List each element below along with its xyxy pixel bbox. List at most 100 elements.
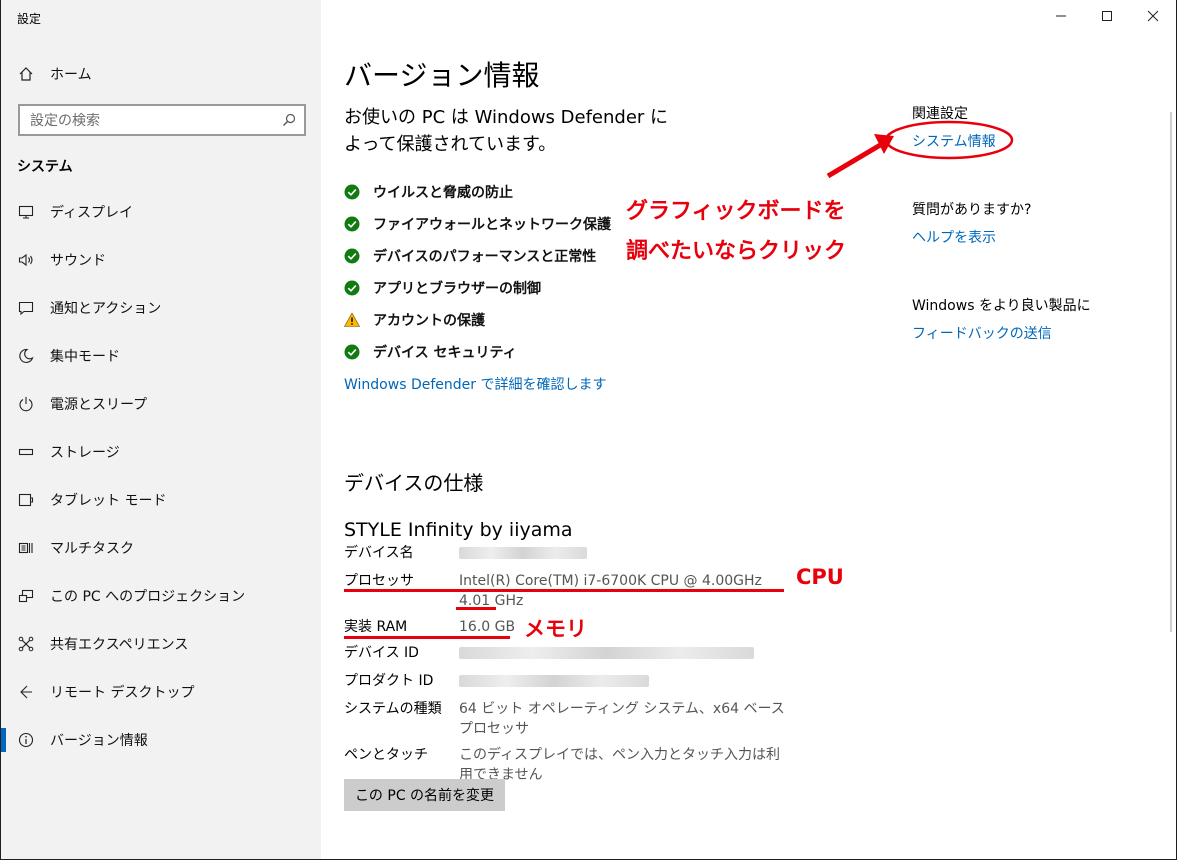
sidebar-item-projection[interactable]: この PC へのプロジェクション — [1, 572, 322, 620]
spec-value: このディスプレイでは、ペン入力とタッチ入力は利用できません — [459, 747, 781, 783]
check-circle-icon — [344, 216, 360, 232]
protection-line-2: よって保護されています。 — [344, 134, 557, 155]
check-circle-icon — [344, 280, 360, 296]
spec-value: 64 ビット オペレーティング システム、x64 ベース プロセッサ — [459, 701, 785, 737]
security-item: デバイス セキュリティ — [344, 336, 611, 368]
spec-row-device-name: デバイス名 — [344, 543, 794, 565]
protection-line-1: お使いの PC は Windows Defender に — [344, 107, 669, 128]
search-box[interactable]: 設定の検索 — [18, 104, 306, 136]
spec-key: デバイス ID — [344, 645, 419, 661]
sidebar-item-multitask[interactable]: マルチタスク — [1, 524, 322, 572]
spec-value-redacted — [459, 643, 789, 665]
window-title: 設定 — [17, 12, 42, 26]
question-heading: 質問がありますか? — [912, 202, 1032, 218]
annotation-gpu-line-2: 調べたいならクリック — [626, 239, 847, 264]
sidebar-item-notifications[interactable]: 通知とアクション — [1, 284, 322, 332]
spec-key: 実装 RAM — [344, 619, 408, 635]
protection-status: お使いの PC は Windows Defender に よって保護されています… — [344, 104, 674, 158]
device-model: STYLE Infinity by iiyama — [344, 519, 573, 541]
check-circle-icon — [344, 344, 360, 360]
annotation-underline-ram — [344, 636, 510, 639]
maximize-icon — [1101, 7, 1113, 26]
security-item: ウイルスと脅威の防止 — [344, 176, 611, 208]
security-item: ファイアウォールとネットワーク保護 — [344, 208, 611, 240]
sidebar-item-remote-desktop[interactable]: リモート デスクトップ — [1, 668, 322, 716]
sidebar-item-about[interactable]: バージョン情報 — [1, 716, 322, 764]
sidebar-item-label: ディスプレイ — [50, 205, 134, 221]
feedback-heading: Windows をより良い製品に — [912, 298, 1091, 314]
rename-pc-button[interactable]: この PC の名前を変更 — [344, 779, 505, 811]
multitask-icon — [18, 540, 34, 556]
sidebar-item-label: 通知とアクション — [50, 301, 162, 317]
annotation-gpu: グラフィックボードを 調べたいならクリック — [626, 192, 846, 272]
search-icon[interactable] — [274, 113, 304, 127]
spec-row-device-id: デバイス ID — [344, 643, 794, 665]
security-item: アカウントの保護 — [344, 304, 611, 336]
related-settings-heading: 関連設定 — [912, 106, 968, 122]
sidebar: 設定 ホーム 設定の検索 システム ディスプレイ サウンド 通知とアクション 集… — [0, 0, 321, 860]
sidebar-item-label: 電源とスリープ — [50, 397, 148, 413]
page-title: バージョン情報 — [344, 59, 540, 92]
sidebar-item-storage[interactable]: ストレージ — [1, 428, 322, 476]
annotation-cpu: CPU — [796, 565, 844, 589]
sidebar-item-label: 集中モード — [50, 349, 120, 365]
feedback-link[interactable]: フィードバックの送信 — [912, 323, 1052, 343]
device-specs-heading: デバイスの仕様 — [344, 471, 484, 495]
sidebar-item-sound[interactable]: サウンド — [1, 236, 322, 284]
sidebar-item-shared[interactable]: 共有エクスペリエンス — [1, 620, 322, 668]
security-item: アプリとブラウザーの制御 — [344, 272, 611, 304]
security-item: デバイスのパフォーマンスと正常性 — [344, 240, 611, 272]
security-list: ウイルスと脅威の防止 ファイアウォールとネットワーク保護 デバイスのパフォーマン… — [344, 176, 611, 368]
security-item-label: アプリとブラウザーの制御 — [373, 281, 541, 297]
sidebar-section-title: システム — [17, 159, 73, 175]
spec-table: デバイス名 プロセッサ Intel(R) Core(TM) i7-6700K C… — [344, 543, 794, 791]
sidebar-item-power[interactable]: 電源とスリープ — [1, 380, 322, 428]
sidebar-nav-list: ディスプレイ サウンド 通知とアクション 集中モード 電源とスリープ ストレージ… — [1, 188, 322, 764]
security-item-label: ファイアウォールとネットワーク保護 — [373, 217, 611, 233]
annotation-gpu-line-1: グラフィックボードを — [626, 199, 846, 224]
annotation-underline-processor — [344, 589, 784, 592]
search-input[interactable]: 設定の検索 — [30, 110, 274, 130]
close-button[interactable] — [1130, 0, 1176, 32]
spec-row-system-type: システムの種類 64 ビット オペレーティング システム、x64 ベース プロセ… — [344, 699, 794, 739]
nav-home[interactable]: ホーム — [1, 58, 322, 90]
maximize-button[interactable] — [1084, 0, 1130, 32]
check-circle-icon — [344, 248, 360, 264]
remote-icon — [18, 684, 34, 700]
sidebar-item-label: バージョン情報 — [50, 733, 148, 749]
display-icon — [18, 204, 34, 220]
moon-icon — [18, 348, 34, 364]
sidebar-item-label: サウンド — [50, 253, 106, 269]
projection-icon — [18, 588, 34, 604]
close-icon — [1147, 7, 1159, 26]
sidebar-item-label: ストレージ — [50, 445, 120, 461]
annotation-memory: メモリ — [524, 617, 587, 641]
warning-icon — [344, 312, 360, 328]
sidebar-item-label: リモート デスクトップ — [50, 685, 195, 701]
spec-value-redacted — [459, 543, 789, 565]
sidebar-item-label: 共有エクスペリエンス — [50, 637, 189, 653]
scrollbar[interactable] — [1170, 112, 1172, 632]
minimize-button[interactable] — [1038, 0, 1084, 32]
spec-row-product-id: プロダクト ID — [344, 671, 794, 693]
info-icon — [18, 732, 34, 748]
sidebar-item-display[interactable]: ディスプレイ — [1, 188, 322, 236]
spec-value: 16.0 GB — [459, 619, 516, 635]
security-item-label: アカウントの保護 — [373, 313, 485, 329]
home-icon — [18, 66, 34, 82]
defender-details-link[interactable]: Windows Defender で詳細を確認します — [344, 374, 606, 394]
security-item-label: デバイスのパフォーマンスと正常性 — [373, 249, 597, 265]
share-icon — [18, 636, 34, 652]
sidebar-item-tablet[interactable]: タブレット モード — [1, 476, 322, 524]
security-item-label: デバイス セキュリティ — [373, 345, 517, 361]
system-info-link[interactable]: システム情報 — [912, 131, 996, 151]
sidebar-item-label: この PC へのプロジェクション — [50, 589, 246, 605]
sidebar-item-focus[interactable]: 集中モード — [1, 332, 322, 380]
help-link[interactable]: ヘルプを表示 — [912, 227, 996, 247]
minimize-icon — [1055, 7, 1067, 26]
security-item-label: ウイルスと脅威の防止 — [373, 185, 513, 201]
annotation-underline-ghz — [456, 607, 496, 610]
nav-home-label: ホーム — [50, 67, 92, 83]
spec-key: プロダクト ID — [344, 673, 434, 689]
speaker-icon — [18, 252, 34, 268]
